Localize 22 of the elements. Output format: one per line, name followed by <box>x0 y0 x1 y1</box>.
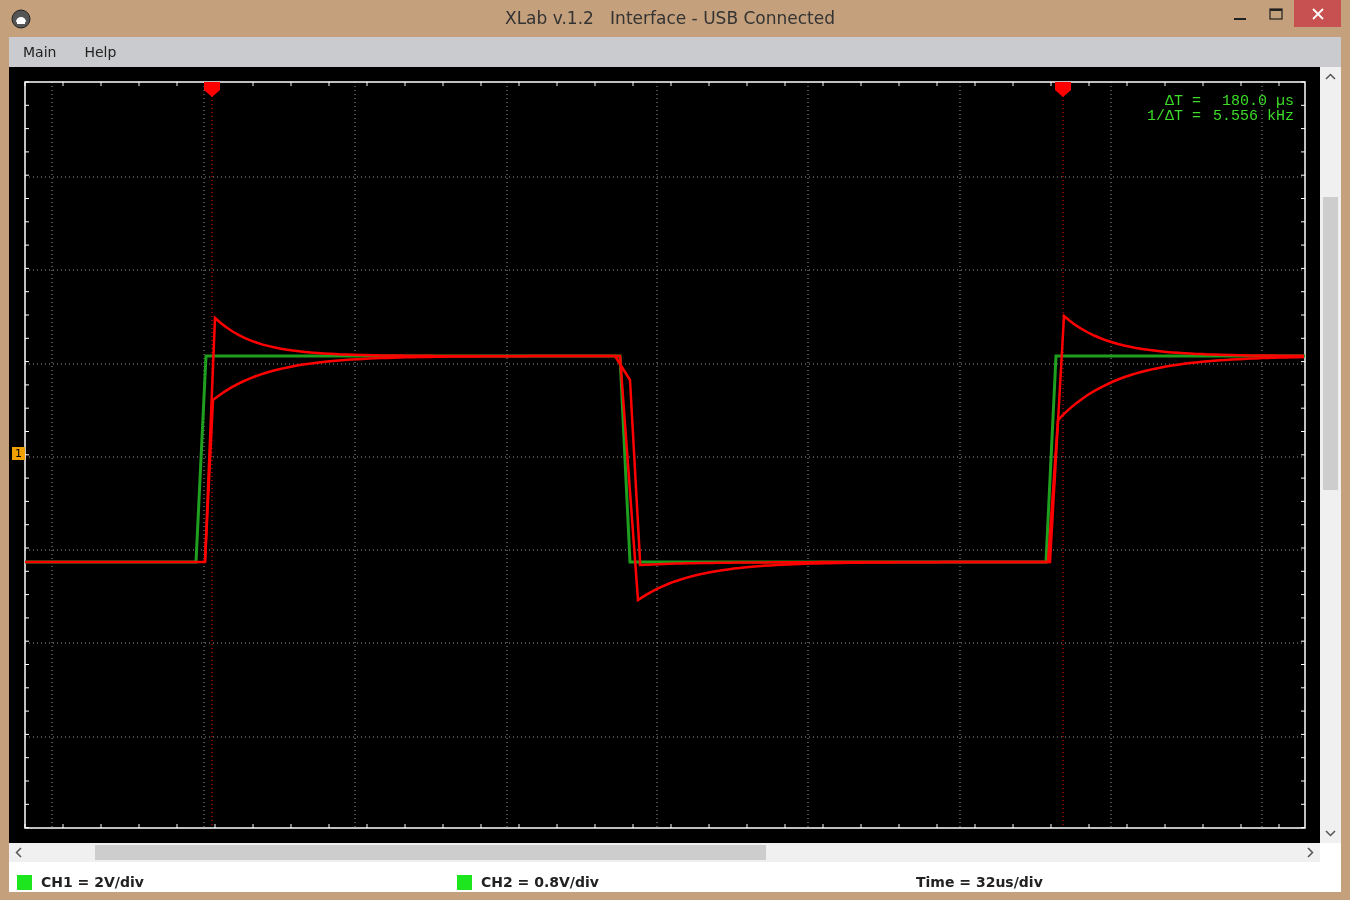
channel-color-swatch <box>457 875 472 890</box>
app-icon <box>11 9 31 29</box>
readout-value: 5.556 kHz <box>1213 109 1294 124</box>
readout-label: ΔT = <box>1164 94 1201 109</box>
scrollbar-thumb[interactable] <box>95 845 766 860</box>
status-text: CH2 = 0.8V/div <box>481 873 599 892</box>
menu-item[interactable]: Main <box>13 39 67 65</box>
menu-item[interactable]: Help <box>74 39 127 65</box>
readout-label: 1/ΔT = <box>1146 109 1201 124</box>
minimize-icon <box>1234 17 1246 20</box>
channel-color-swatch <box>17 875 32 890</box>
close-button[interactable] <box>1294 0 1341 27</box>
cursor-marker-icon[interactable] <box>1055 82 1071 97</box>
close-icon <box>1311 7 1324 20</box>
channel-marker[interactable]: 1 <box>12 447 25 460</box>
scrollbar-thumb[interactable] <box>1323 197 1338 490</box>
window-title: XLab v.1.2 Interface - USB Connected <box>505 6 835 30</box>
maximize-icon <box>1269 7 1283 20</box>
status-text: CH1 = 2V/div <box>41 873 144 892</box>
cursor-marker-icon[interactable] <box>204 82 220 97</box>
readout-value: 180.0 µs <box>1221 94 1294 109</box>
status-text: Time = 32us/div <box>916 873 1043 892</box>
